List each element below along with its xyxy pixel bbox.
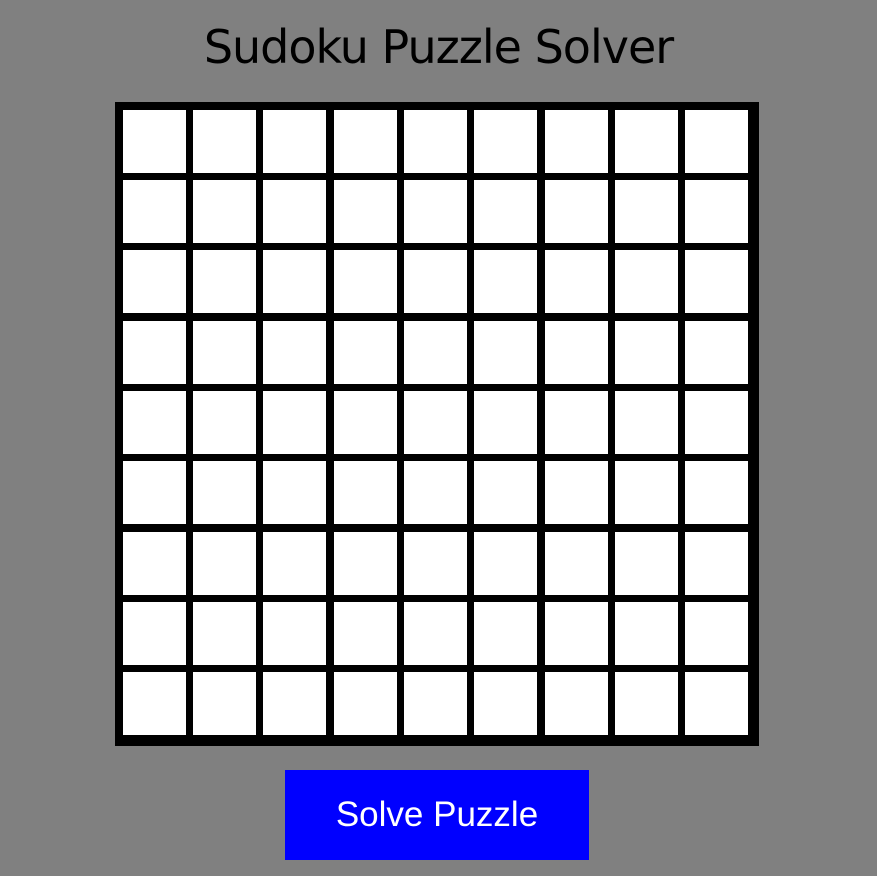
sudoku-cell-r3-c8[interactable]	[615, 250, 678, 313]
sudoku-board	[115, 102, 759, 746]
sudoku-cell-r4-c3[interactable]	[263, 321, 326, 384]
sudoku-cell-r5-c7[interactable]	[545, 391, 608, 454]
sudoku-cell-r7-c3[interactable]	[263, 532, 326, 595]
sudoku-cell-r2-c6[interactable]	[474, 180, 537, 243]
sudoku-cell-r5-c3[interactable]	[263, 391, 326, 454]
sudoku-cell-r7-c4[interactable]	[334, 532, 397, 595]
sudoku-cell-r1-c5[interactable]	[404, 110, 467, 173]
sudoku-cell-r3-c7[interactable]	[545, 250, 608, 313]
sudoku-cell-r2-c7[interactable]	[545, 180, 608, 243]
sudoku-cell-r4-c2[interactable]	[193, 321, 256, 384]
sudoku-cell-r1-c4[interactable]	[334, 110, 397, 173]
sudoku-cell-r2-c5[interactable]	[404, 180, 467, 243]
sudoku-cell-r3-c6[interactable]	[474, 250, 537, 313]
sudoku-cell-r5-c5[interactable]	[404, 391, 467, 454]
sudoku-cell-r6-c3[interactable]	[263, 461, 326, 524]
sudoku-cell-r6-c7[interactable]	[545, 461, 608, 524]
sudoku-cell-r9-c6[interactable]	[474, 672, 537, 735]
sudoku-cell-r7-c2[interactable]	[193, 532, 256, 595]
sudoku-cell-r5-c4[interactable]	[334, 391, 397, 454]
sudoku-cell-r3-c4[interactable]	[334, 250, 397, 313]
sudoku-cell-r4-c6[interactable]	[474, 321, 537, 384]
sudoku-cell-r2-c2[interactable]	[193, 180, 256, 243]
sudoku-cell-r7-c5[interactable]	[404, 532, 467, 595]
sudoku-cell-r9-c5[interactable]	[404, 672, 467, 735]
sudoku-cell-r9-c2[interactable]	[193, 672, 256, 735]
sudoku-cell-r4-c4[interactable]	[334, 321, 397, 384]
sudoku-cell-r1-c1[interactable]	[123, 110, 186, 173]
sudoku-cell-r1-c7[interactable]	[545, 110, 608, 173]
sudoku-cell-r6-c2[interactable]	[193, 461, 256, 524]
sudoku-cell-r8-c1[interactable]	[123, 602, 186, 665]
sudoku-cell-r7-c9[interactable]	[685, 532, 748, 595]
sudoku-cell-r9-c1[interactable]	[123, 672, 186, 735]
sudoku-cell-r2-c1[interactable]	[123, 180, 186, 243]
sudoku-cell-r4-c8[interactable]	[615, 321, 678, 384]
sudoku-cell-r4-c7[interactable]	[545, 321, 608, 384]
sudoku-cell-r2-c4[interactable]	[334, 180, 397, 243]
sudoku-cell-r8-c8[interactable]	[615, 602, 678, 665]
sudoku-cell-r5-c9[interactable]	[685, 391, 748, 454]
sudoku-cell-r1-c8[interactable]	[615, 110, 678, 173]
sudoku-cell-r9-c8[interactable]	[615, 672, 678, 735]
sudoku-cell-r7-c7[interactable]	[545, 532, 608, 595]
page-title: Sudoku Puzzle Solver	[203, 20, 674, 74]
sudoku-cell-r8-c6[interactable]	[474, 602, 537, 665]
sudoku-cell-r3-c5[interactable]	[404, 250, 467, 313]
sudoku-cell-r4-c5[interactable]	[404, 321, 467, 384]
sudoku-cell-r1-c6[interactable]	[474, 110, 537, 173]
sudoku-cell-r6-c6[interactable]	[474, 461, 537, 524]
sudoku-cell-r1-c2[interactable]	[193, 110, 256, 173]
sudoku-cell-r5-c6[interactable]	[474, 391, 537, 454]
sudoku-cell-r2-c9[interactable]	[685, 180, 748, 243]
sudoku-cell-r8-c4[interactable]	[334, 602, 397, 665]
sudoku-cell-r8-c5[interactable]	[404, 602, 467, 665]
sudoku-cell-r4-c9[interactable]	[685, 321, 748, 384]
sudoku-cell-r6-c4[interactable]	[334, 461, 397, 524]
sudoku-cell-r9-c4[interactable]	[334, 672, 397, 735]
sudoku-cell-r9-c9[interactable]	[685, 672, 748, 735]
sudoku-cell-r8-c7[interactable]	[545, 602, 608, 665]
sudoku-cell-r8-c9[interactable]	[685, 602, 748, 665]
sudoku-cell-r2-c8[interactable]	[615, 180, 678, 243]
sudoku-cell-r6-c5[interactable]	[404, 461, 467, 524]
sudoku-cell-r9-c3[interactable]	[263, 672, 326, 735]
sudoku-cell-r6-c8[interactable]	[615, 461, 678, 524]
sudoku-cell-r3-c1[interactable]	[123, 250, 186, 313]
sudoku-cell-r5-c8[interactable]	[615, 391, 678, 454]
sudoku-cell-r3-c9[interactable]	[685, 250, 748, 313]
sudoku-cell-r6-c1[interactable]	[123, 461, 186, 524]
sudoku-cell-r5-c2[interactable]	[193, 391, 256, 454]
sudoku-cell-r9-c7[interactable]	[545, 672, 608, 735]
sudoku-cell-r3-c3[interactable]	[263, 250, 326, 313]
sudoku-cell-r2-c3[interactable]	[263, 180, 326, 243]
sudoku-cell-r4-c1[interactable]	[123, 321, 186, 384]
sudoku-cell-r1-c3[interactable]	[263, 110, 326, 173]
sudoku-cell-r7-c8[interactable]	[615, 532, 678, 595]
sudoku-cell-r6-c9[interactable]	[685, 461, 748, 524]
sudoku-cell-r5-c1[interactable]	[123, 391, 186, 454]
sudoku-cell-r7-c1[interactable]	[123, 532, 186, 595]
sudoku-cell-r1-c9[interactable]	[685, 110, 748, 173]
sudoku-cell-r8-c2[interactable]	[193, 602, 256, 665]
sudoku-cell-r8-c3[interactable]	[263, 602, 326, 665]
solve-puzzle-button[interactable]: Solve Puzzle	[285, 770, 589, 860]
sudoku-cell-r7-c6[interactable]	[474, 532, 537, 595]
sudoku-cell-r3-c2[interactable]	[193, 250, 256, 313]
